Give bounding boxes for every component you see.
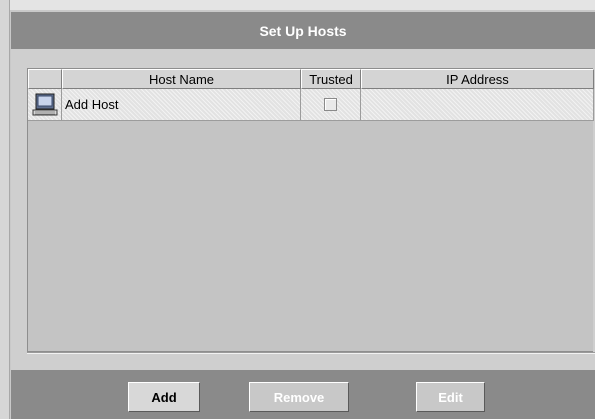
row-host-name[interactable]: Add Host [62,89,301,121]
remove-button[interactable]: Remove [249,382,349,412]
frame-left-edge [0,0,10,419]
header-icon-column[interactable] [28,69,62,89]
row-icon-cell [28,89,62,121]
row-trusted-cell [301,89,361,121]
setup-hosts-dialog: Set Up Hosts Host Name Trusted IP Addres… [0,0,595,419]
edit-button[interactable]: Edit [416,382,485,412]
hosts-table: Host Name Trusted IP Address Add Host [27,68,594,352]
frame-top-edge [0,0,595,10]
row-ip-address[interactable] [361,89,594,121]
table-row[interactable]: Add Host [28,89,594,121]
table-header: Host Name Trusted IP Address [28,69,594,89]
table-bottom-divider [27,352,595,354]
dialog-title: Set Up Hosts [259,22,347,39]
dialog-title-bar: Set Up Hosts [11,12,595,49]
computer-icon [32,93,57,115]
trusted-checkbox[interactable] [324,98,337,111]
dialog-content: Host Name Trusted IP Address Add Host [11,49,595,370]
header-host-name[interactable]: Host Name [62,69,301,89]
add-button[interactable]: Add [128,382,200,412]
dialog-button-bar: Add Remove Edit [11,370,595,419]
header-ip-address[interactable]: IP Address [361,69,594,89]
header-trusted[interactable]: Trusted [301,69,361,89]
